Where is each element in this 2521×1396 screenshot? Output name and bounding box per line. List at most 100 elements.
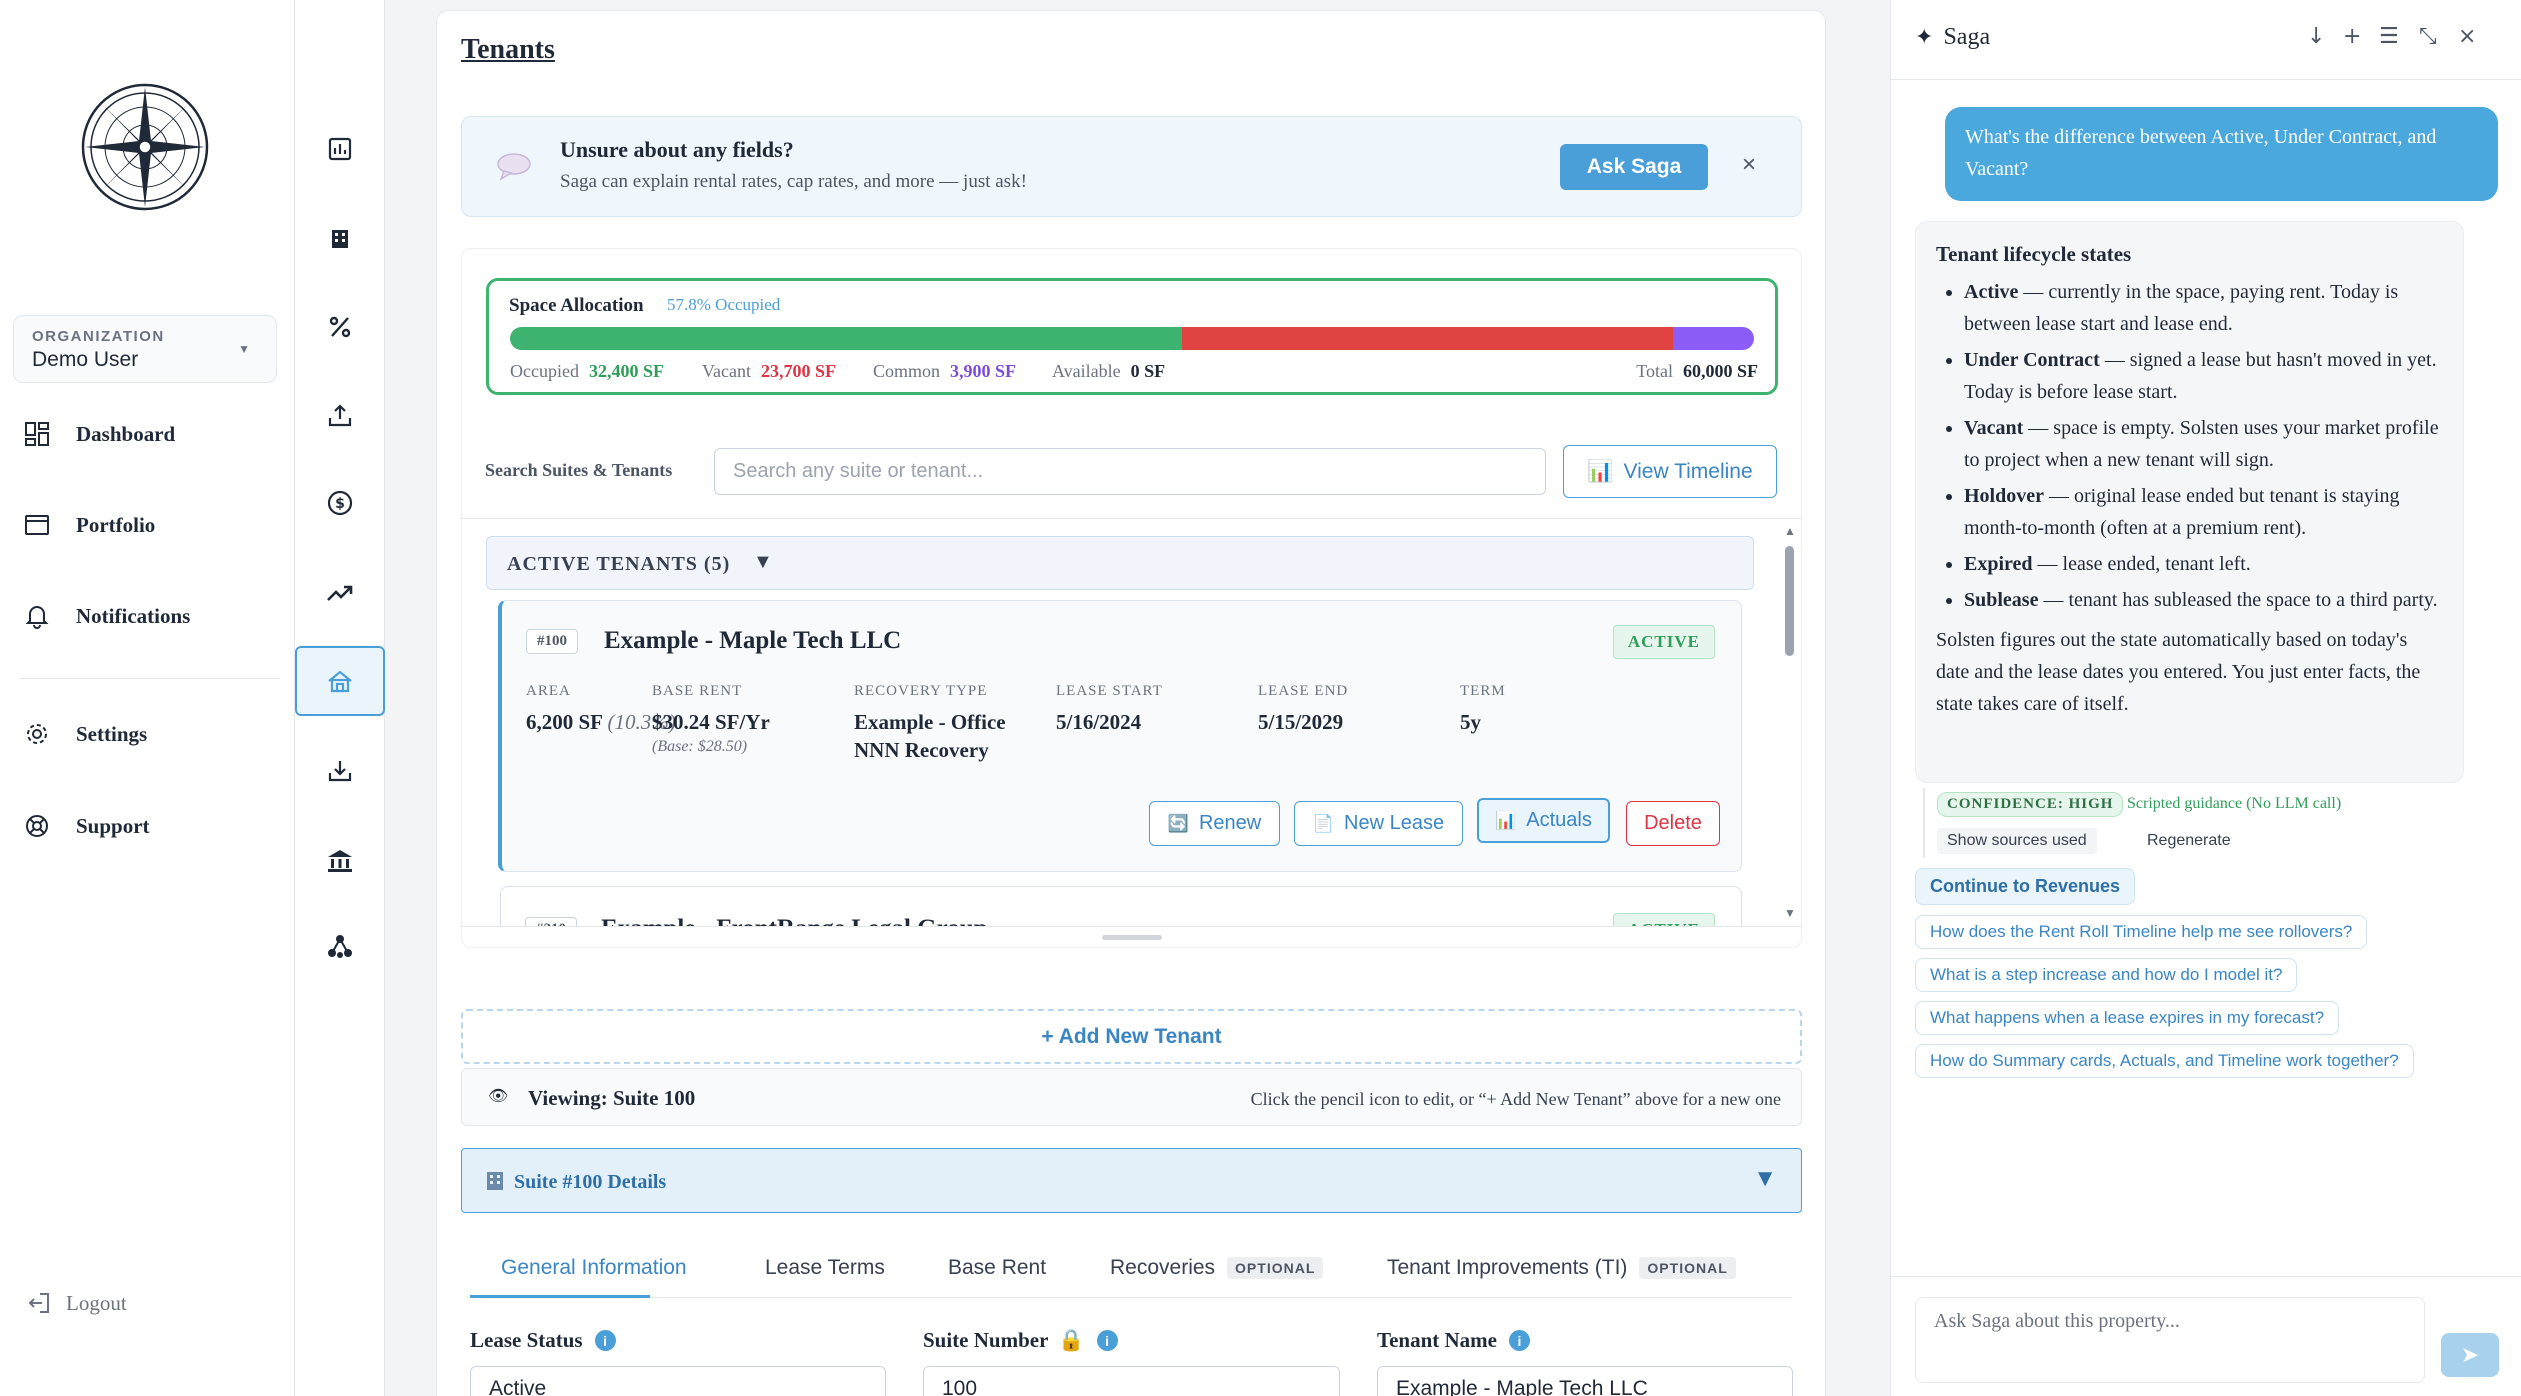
suggestion-chip[interactable]: How does the Rent Roll Timeline help me … [1915, 915, 2368, 949]
rail-summary-button[interactable] [295, 114, 385, 184]
rail-tenants-button[interactable] [295, 646, 385, 716]
continue-to-revenues-button[interactable]: Continue to Revenues [1915, 868, 2136, 905]
rail-upload-button[interactable] [295, 381, 385, 451]
info-icon[interactable]: i [594, 1330, 616, 1351]
nav-label: Support [76, 813, 150, 838]
regenerate-button[interactable]: Regenerate [2137, 828, 2241, 854]
upload-tray-icon [328, 404, 352, 427]
section-rail: $ [295, 0, 385, 1396]
left-sidebar: ORGANIZATION Demo User ▼ Dashboard Portf… [0, 0, 295, 1396]
lease-status-select[interactable]: Active [470, 1366, 886, 1396]
lease-start-value: 5/16/2024 [1056, 710, 1142, 734]
nav-label: Portfolio [76, 512, 156, 537]
suite-number-input[interactable]: 100 [923, 1366, 1340, 1396]
add-new-tenant-button[interactable]: + Add New Tenant [461, 1009, 1802, 1064]
scrollbar-thumb[interactable] [1785, 546, 1794, 656]
ask-saga-button[interactable]: Ask Saga [1560, 144, 1708, 190]
chevron-down-icon: ▼ [1753, 1165, 1777, 1192]
new-lease-button[interactable]: 📄 New Lease [1294, 801, 1463, 846]
scroll-down-arrow-icon[interactable]: ↓ [2307, 24, 2325, 49]
rail-financing-button[interactable] [295, 826, 385, 896]
scroll-down-icon[interactable]: ▼ [1784, 906, 1796, 920]
tenant-card[interactable]: #210 Example - FrontRange Legal Group AC… [500, 886, 1742, 926]
list-item: Holdover — original lease ended but tena… [1964, 480, 2443, 544]
tab-general-information[interactable]: General Information [501, 1256, 687, 1280]
answer-list: Active — currently in the space, paying … [1964, 276, 2443, 616]
vacant-segment [1181, 327, 1674, 350]
info-icon[interactable]: i [1096, 1330, 1118, 1351]
gear-icon [20, 717, 54, 751]
new-chat-icon[interactable]: + [2343, 24, 2361, 49]
lease-start-field: LEASE START 5/16/2024 [1056, 683, 1163, 736]
list-item: Vacant — space is empty. Solsten uses yo… [1964, 412, 2443, 476]
building-icon [484, 1170, 506, 1197]
show-sources-button[interactable]: Show sources used [1937, 828, 2097, 854]
tab-tenant-improvements[interactable]: Tenant Improvements (TI) OPTIONAL [1387, 1256, 1736, 1280]
renew-button[interactable]: 🔄 Renew [1149, 801, 1280, 846]
chat-input[interactable] [1915, 1297, 2425, 1383]
nav-settings[interactable]: Settings [20, 714, 147, 754]
delete-button[interactable]: Delete [1626, 801, 1720, 846]
suite-badge: #210 [525, 917, 577, 926]
field-label: Tenant Name [1377, 1328, 1497, 1352]
send-button[interactable]: ➤ [2441, 1333, 2499, 1377]
view-timeline-button[interactable]: 📊 View Timeline [1563, 445, 1777, 498]
scroll-up-icon[interactable]: ▲ [1784, 524, 1796, 538]
document-icon: 📄 [1312, 813, 1335, 833]
answer-footer: Solsten figures out the state automatica… [1936, 629, 2421, 715]
term-label: TERM [1460, 683, 1506, 699]
suggestion-chip[interactable]: What happens when a lease expires in my … [1915, 1001, 2340, 1035]
nav-notifications[interactable]: Notifications [20, 596, 190, 636]
rail-rates-button[interactable] [295, 292, 385, 362]
rail-download-button[interactable] [295, 736, 385, 806]
logout-icon [28, 1293, 49, 1313]
suite-details-header[interactable]: Suite #100 Details ▼ [461, 1148, 1802, 1213]
allocation-bar [510, 327, 1754, 350]
nav-dashboard[interactable]: Dashboard [20, 414, 175, 454]
rail-growth-button[interactable] [295, 558, 385, 628]
sparkle-icon: ✦ [1915, 25, 1934, 50]
list-item: Sublease — tenant has subleased the spac… [1964, 584, 2443, 616]
close-icon[interactable]: × [2458, 24, 2476, 49]
recovery-type-label: RECOVERY TYPE [854, 683, 988, 699]
organization-name: Demo User [32, 348, 139, 371]
tab-recoveries[interactable]: Recoveries OPTIONAL [1110, 1256, 1324, 1280]
tab-base-rent[interactable]: Base Rent [948, 1256, 1046, 1280]
chevron-down-icon: ▼ [753, 551, 773, 573]
tenant-name-input[interactable]: Example - Maple Tech LLC [1377, 1366, 1793, 1396]
nav-label: Dashboard [76, 421, 176, 446]
tab-lease-terms[interactable]: Lease Terms [765, 1256, 885, 1280]
close-icon[interactable]: × [1742, 151, 1756, 179]
lease-status-label: Lease Status i [470, 1328, 616, 1353]
rail-structure-button[interactable] [295, 912, 385, 982]
suggestion-chip[interactable]: How do Summary cards, Actuals, and Timel… [1915, 1044, 2414, 1078]
logout-button[interactable]: Logout [26, 1290, 127, 1316]
tenant-list-scrollbar[interactable]: ▲ ▼ [1782, 524, 1796, 924]
confidence-badge: CONFIDENCE: HIGH [1937, 792, 2124, 817]
info-icon[interactable]: i [1508, 1330, 1530, 1351]
lease-end-field: LEASE END 5/15/2029 [1258, 683, 1348, 736]
rail-property-button[interactable] [295, 204, 385, 274]
menu-icon[interactable]: ☰ [2379, 24, 2399, 49]
nav-support[interactable]: Support [20, 806, 150, 846]
active-tenants-title: ACTIVE TENANTS (5) [507, 553, 731, 575]
rail-revenue-button[interactable]: $ [295, 468, 385, 538]
organization-label: ORGANIZATION [32, 328, 165, 345]
chart-icon: 📊 [1587, 459, 1614, 483]
compass-logo-icon[interactable] [80, 82, 210, 212]
active-tenants-header[interactable]: ACTIVE TENANTS (5) ▼ [486, 536, 1754, 590]
occupied-percent: 57.8% Occupied [667, 295, 781, 314]
suite-details-title: Suite #100 Details [514, 1171, 667, 1193]
tenant-card[interactable]: #100 Example - Maple Tech LLC ACTIVE ARE… [498, 600, 1742, 872]
building-icon [332, 230, 348, 248]
actuals-button[interactable]: 📊 Actuals [1477, 798, 1610, 843]
organization-selector[interactable]: ORGANIZATION Demo User ▼ [13, 315, 277, 383]
answer-meta: CONFIDENCE: HIGH Scripted guidance (No L… [1923, 788, 2483, 858]
nav-portfolio[interactable]: Portfolio [20, 505, 155, 545]
search-input[interactable] [714, 448, 1546, 495]
expand-icon[interactable]: ⤡ [2419, 24, 2437, 49]
dollar-cycle-icon: $ [327, 490, 353, 516]
lock-icon: 🔒 [1058, 1328, 1085, 1352]
suggestion-chip[interactable]: What is a step increase and how do I mod… [1915, 958, 2298, 992]
resize-handle[interactable] [1102, 935, 1162, 940]
